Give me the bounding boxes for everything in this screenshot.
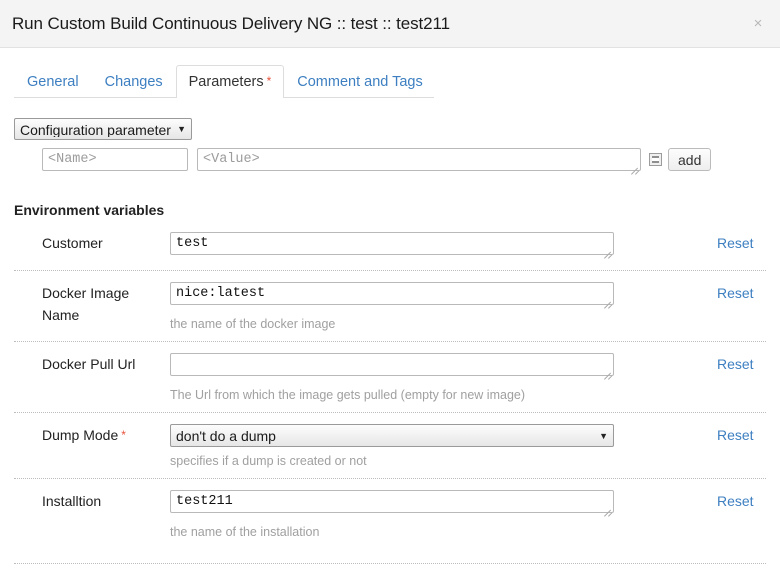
tab-comment-and-tags-label: Comment and Tags [297,74,423,90]
param-label-text: Customer [42,235,103,251]
required-icon: * [121,428,126,442]
param-label-text: Dump Mode [42,427,119,443]
dialog-footer: Run Build Cancel [14,563,766,575]
reset-link-installtion[interactable]: Reset [688,490,766,512]
tab-comment-and-tags[interactable]: Comment and Tags [284,66,435,98]
close-icon[interactable]: × [750,15,766,32]
tab-parameters[interactable]: Parameters * [175,65,285,99]
parameter-type-select[interactable]: Configuration parameter [14,118,192,140]
param-field-docker-pull-url: The Url from which the image gets pulled… [170,353,688,402]
customer-input[interactable] [170,232,614,255]
dump-mode-select[interactable]: don't do a dump [170,424,614,447]
installtion-input[interactable] [170,490,614,513]
parameter-type-select-wrap: Configuration parameter ▼ [14,118,192,140]
docker-image-name-input-wrap [170,282,614,310]
dialog-header: Run Custom Build Continuous Delivery NG … [0,0,780,48]
param-label-text: Docker Image Name [42,285,130,323]
tab-parameters-required-icon: * [266,74,272,88]
tab-changes-label: Changes [104,74,163,90]
parameter-name-input[interactable] [42,148,188,171]
param-field-dump-mode: don't do a dump ▼ specifies if a dump is… [170,424,688,468]
add-parameter-row: add [14,148,766,176]
tab-bar: General Changes Parameters * Comment and … [0,62,780,99]
help-text-docker-image-name: the name of the docker image [170,317,336,331]
param-field-installtion: the name of the installation [170,490,688,539]
parameter-type-row: Configuration parameter ▼ [14,118,766,140]
param-field-docker-image-name: the name of the docker image [170,282,688,331]
help-text-installtion: the name of the installation [170,525,320,539]
param-label-dump-mode: Dump Mode * [14,424,170,446]
installtion-input-wrap [170,490,614,518]
docker-pull-url-input[interactable] [170,353,614,376]
help-text-docker-pull-url: The Url from which the image gets pulled… [170,388,526,402]
param-label-text: Installtion [42,493,102,509]
dialog-content: Configuration parameter ▼ add Environmen… [0,118,780,575]
dump-mode-select-wrap: don't do a dump ▼ [170,424,614,447]
reset-link-docker-pull-url[interactable]: Reset [688,353,766,375]
reset-link-docker-image-name[interactable]: Reset [688,282,766,304]
param-label-installtion: Installtion [14,490,170,512]
reset-link-customer[interactable]: Reset [688,232,766,254]
param-label-docker-image-name: Docker Image Name [14,282,170,326]
tab-changes[interactable]: Changes [92,66,176,98]
param-label-customer: Customer [14,232,170,254]
add-parameter-button[interactable]: add [668,148,712,171]
param-label-docker-pull-url: Docker Pull Url [14,353,170,375]
docker-image-name-input[interactable] [170,282,614,305]
param-label-text: Docker Pull Url [42,356,136,372]
tab-general-label: General [27,74,79,90]
environment-variables-title: Environment variables [14,202,165,218]
parameter-value-input[interactable] [197,148,641,171]
tab-parameters-label: Parameters [188,74,264,90]
reset-link-dump-mode[interactable]: Reset [688,424,766,446]
param-row-customer: Customer Reset [14,218,766,270]
help-text-dump-mode: specifies if a dump is created or not [170,454,367,468]
param-row-docker-pull-url: Docker Pull Url The Url from which the i… [14,341,766,412]
param-row-dump-mode: Dump Mode * don't do a dump ▼ specifies i… [14,412,766,478]
param-row-docker-image-name: Docker Image Name the name of the docker… [14,270,766,341]
tab-general[interactable]: General [14,66,92,98]
customer-input-wrap [170,232,614,260]
param-row-installtion: Installtion the name of the installation… [14,478,766,549]
parameter-value-wrap [197,148,641,176]
param-field-customer [170,232,688,260]
text-editor-icon[interactable] [649,153,662,166]
dialog-title: Run Custom Build Continuous Delivery NG … [12,13,450,33]
docker-pull-url-input-wrap [170,353,614,381]
